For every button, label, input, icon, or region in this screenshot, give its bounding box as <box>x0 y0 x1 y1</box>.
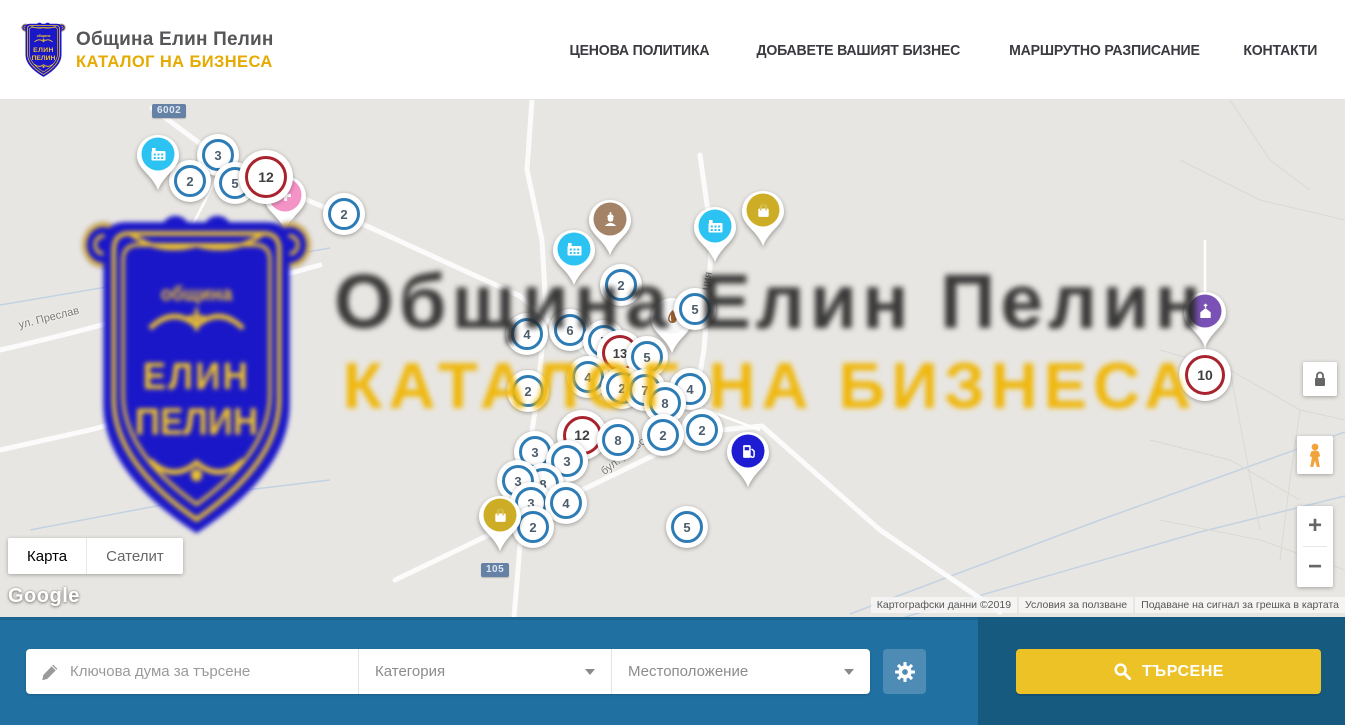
nav-route-schedule[interactable]: МАРШРУТНО РАЗПИСАНИЕ <box>1009 42 1200 59</box>
search-button-label: ТЪРСЕНЕ <box>1142 663 1224 681</box>
lock-icon <box>1310 369 1330 389</box>
search-bar: Категория Местоположение <box>0 617 1345 725</box>
map-canvas[interactable]: ул. Преслав бул. „Новосел ция 6002 105 3… <box>0 100 1345 617</box>
nav-pricing-policy[interactable]: ЦЕНОВА ПОЛИТИКА <box>570 42 710 59</box>
category-dropdown-label: Категория <box>375 663 445 680</box>
municipality-logo: община ЕЛИНПЕЛИН <box>21 22 66 79</box>
svg-text:община: община <box>161 283 233 306</box>
search-icon <box>1113 662 1132 681</box>
cluster-count: 12 <box>239 150 293 204</box>
nav-add-your-business[interactable]: ДОБАВЕТЕ ВАШИЯТ БИЗНЕС <box>756 42 960 59</box>
chevron-down-icon <box>585 669 595 675</box>
chevron-down-icon <box>844 669 854 675</box>
keyword-field-wrap <box>26 649 358 694</box>
cluster-marker[interactable]: 5 <box>666 506 708 548</box>
advanced-search-button[interactable] <box>883 649 926 694</box>
pencil-icon <box>40 662 60 682</box>
cluster-count: 8 <box>597 419 639 461</box>
search-button[interactable]: ТЪРСЕНЕ <box>1016 649 1321 694</box>
map-pin-worker[interactable] <box>587 199 633 257</box>
svg-text:ЕЛИН: ЕЛИН <box>33 47 54 54</box>
cluster-count: 5 <box>666 506 708 548</box>
zoom-out-button[interactable]: − <box>1297 547 1333 587</box>
map-pin-fuel[interactable] <box>725 431 771 489</box>
map-type-control: Карта Сателит <box>8 538 183 574</box>
header: община ЕЛИНПЕЛИН Община Елин Пелин КАТАЛО… <box>0 0 1345 100</box>
svg-text:ЕЛИН: ЕЛИН <box>143 355 250 398</box>
cluster-marker[interactable]: 8 <box>597 419 639 461</box>
zoom-in-button[interactable]: + <box>1297 506 1333 546</box>
cluster-count: 2 <box>323 193 365 235</box>
svg-text:ПЕЛИН: ПЕЛИН <box>32 55 56 62</box>
page: общинаЕЛИНПЕЛИН Община Елин Пелин КАТАЛО… <box>0 0 1345 725</box>
location-dropdown[interactable]: Местоположение <box>611 649 870 694</box>
zoom-control: + − <box>1297 506 1333 587</box>
map-attribution: Картографски данни ©2019 Условия за полз… <box>871 597 1345 613</box>
nav-contacts[interactable]: КОНТАКТИ <box>1244 42 1318 59</box>
map-pin-factory[interactable] <box>135 134 181 192</box>
brand-title: Община Елин Пелин <box>76 29 274 51</box>
brand[interactable]: община ЕЛИНПЕЛИН Община Елин Пелин КАТАЛО… <box>21 22 274 79</box>
category-dropdown[interactable]: Категория <box>358 649 611 694</box>
pegman-icon <box>1304 442 1326 468</box>
map-pin-bag[interactable] <box>740 190 786 248</box>
google-logo[interactable]: Google <box>8 585 80 608</box>
brand-subtitle: КАТАЛОГ НА БИЗНЕСА <box>76 53 274 72</box>
map-type-satellite-button[interactable]: Сателит <box>86 538 183 574</box>
keyword-search-input[interactable] <box>70 663 346 680</box>
watermark-municipality-logo: община ЕЛИНПЕЛИН <box>80 212 313 546</box>
street-view-pegman-button[interactable] <box>1297 436 1333 474</box>
attribution-report-error-link[interactable]: Подаване на сигнал за грешка в картата <box>1135 597 1345 613</box>
map-pin-bag[interactable] <box>477 495 523 553</box>
map-pin-factory[interactable] <box>692 206 738 264</box>
watermark-title: Община Елин Пелин <box>330 258 1210 347</box>
location-dropdown-label: Местоположение <box>628 663 748 680</box>
watermark-subtitle: КАТАЛОГ НА БИЗНЕСА <box>336 348 1204 423</box>
search-input-group: Категория Местоположение <box>26 649 870 694</box>
main-nav: ЦЕНОВА ПОЛИТИКА ДОБАВЕТЕ ВАШИЯТ БИЗНЕС М… <box>565 0 1320 100</box>
map-type-map-button[interactable]: Карта <box>8 538 86 574</box>
svg-text:община: община <box>37 34 51 38</box>
map-lock-button[interactable] <box>1303 362 1337 396</box>
cluster-marker[interactable]: 12 <box>239 150 293 204</box>
svg-text:ПЕЛИН: ПЕЛИН <box>135 400 258 443</box>
cluster-marker[interactable]: 2 <box>323 193 365 235</box>
attribution-terms-link[interactable]: Условия за ползване <box>1019 597 1133 613</box>
gear-icon <box>894 661 916 683</box>
attribution-copyright: Картографски данни ©2019 <box>871 597 1017 613</box>
